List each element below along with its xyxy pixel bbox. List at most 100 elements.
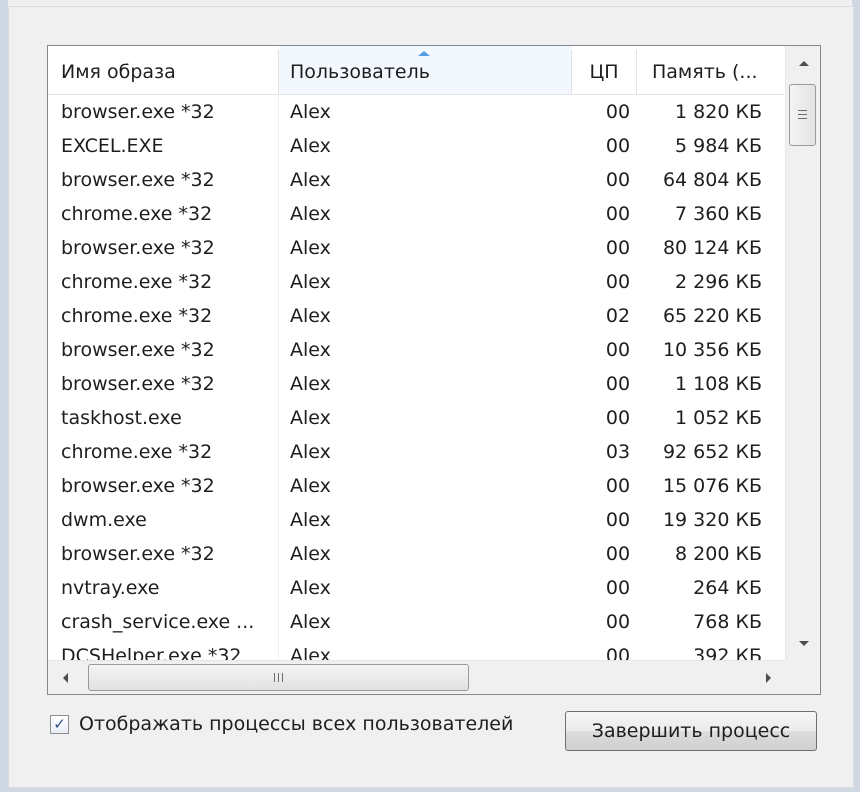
- process-name-cell: crash_service.exe ...: [61, 611, 255, 633]
- table-row[interactable]: browser.exe *32 Alex 00 64 804 КБ: [48, 162, 784, 196]
- show-all-users-option[interactable]: ✓ Отображать процессы всех пользователей: [50, 712, 513, 736]
- table-row[interactable]: chrome.exe *32 Alex 00 7 360 КБ: [48, 196, 784, 230]
- table-row[interactable]: browser.exe *32 Alex 00 8 200 КБ: [48, 536, 784, 570]
- memory-cell: 1 108 КБ: [675, 373, 762, 395]
- scroll-left-button[interactable]: [48, 661, 82, 694]
- window-frame-left: [0, 0, 8, 792]
- scroll-left-icon: [62, 673, 68, 683]
- memory-cell: 10 356 КБ: [662, 339, 762, 361]
- column-header-memory-label: Память (...: [652, 61, 758, 83]
- user-name-cell: Alex: [290, 475, 331, 497]
- grip-line: [282, 673, 283, 682]
- table-row[interactable]: nvtray.exe Alex 00 264 КБ: [48, 570, 784, 604]
- grip-line: [798, 114, 807, 115]
- memory-cell: 65 220 КБ: [662, 305, 762, 327]
- user-name-cell: Alex: [290, 339, 331, 361]
- table-row[interactable]: crash_service.exe ... Alex 00 768 КБ: [48, 604, 784, 638]
- scrollbar-corner: [785, 660, 820, 694]
- vertical-scrollbar[interactable]: [785, 46, 820, 660]
- user-name-cell: Alex: [290, 135, 331, 157]
- process-name-cell: taskhost.exe: [61, 407, 182, 429]
- memory-cell: 7 360 КБ: [675, 203, 762, 225]
- sort-ascending-icon: [418, 51, 430, 56]
- scroll-down-icon: [798, 640, 809, 646]
- scroll-down-button[interactable]: [786, 626, 820, 660]
- process-name-cell: EXCEL.EXE: [61, 135, 164, 157]
- user-name-cell: Alex: [290, 611, 331, 633]
- column-header-bar: Имя образа Пользователь ЦП Память (...: [48, 46, 784, 95]
- user-name-cell: Alex: [290, 407, 331, 429]
- table-row[interactable]: dwm.exe Alex 00 19 320 КБ: [48, 502, 784, 536]
- process-list[interactable]: Имя образа Пользователь ЦП Память (... b…: [47, 45, 821, 695]
- memory-cell: 92 652 КБ: [662, 441, 762, 463]
- column-header-user-label: Пользователь: [290, 61, 430, 83]
- column-header-name[interactable]: Имя образа: [48, 46, 278, 94]
- process-name-cell: browser.exe *32: [61, 543, 215, 565]
- process-name-cell: chrome.exe *32: [61, 441, 213, 463]
- user-name-cell: Alex: [290, 169, 331, 191]
- end-process-button[interactable]: Завершить процесс: [565, 711, 817, 751]
- process-name-cell: nvtray.exe: [61, 577, 160, 599]
- column-header-cpu-label: ЦП: [589, 61, 619, 83]
- table-row[interactable]: browser.exe *32 Alex 00 1 108 КБ: [48, 366, 784, 400]
- process-name-cell: DCSHelper.exe *32: [61, 645, 242, 660]
- user-name-cell: Alex: [290, 509, 331, 531]
- checkmark-icon: ✓: [53, 714, 66, 733]
- table-row[interactable]: chrome.exe *32 Alex 00 2 296 КБ: [48, 264, 784, 298]
- scroll-up-icon: [798, 60, 809, 66]
- process-name-cell: browser.exe *32: [61, 373, 215, 395]
- process-name-cell: browser.exe *32: [61, 101, 215, 123]
- user-name-cell: Alex: [290, 271, 331, 293]
- process-name-cell: browser.exe *32: [61, 339, 215, 361]
- table-row[interactable]: taskhost.exe Alex 00 1 052 КБ: [48, 400, 784, 434]
- process-name-cell: chrome.exe *32: [61, 203, 213, 225]
- user-name-cell: Alex: [290, 203, 331, 225]
- vertical-scroll-thumb[interactable]: [789, 84, 816, 146]
- user-name-cell: Alex: [290, 577, 331, 599]
- memory-cell: 264 КБ: [693, 577, 762, 599]
- show-all-users-checkbox[interactable]: ✓: [50, 714, 69, 734]
- memory-cell: 15 076 КБ: [662, 475, 762, 497]
- user-name-cell: Alex: [290, 237, 331, 259]
- table-row[interactable]: chrome.exe *32 Alex 02 65 220 КБ: [48, 298, 784, 332]
- user-name-cell: Alex: [290, 373, 331, 395]
- process-name-cell: browser.exe *32: [61, 237, 215, 259]
- process-name-cell: chrome.exe *32: [61, 305, 213, 327]
- grip-line: [798, 118, 807, 119]
- horizontal-scrollbar[interactable]: [48, 660, 785, 694]
- table-row[interactable]: chrome.exe *32 Alex 03 92 652 КБ: [48, 434, 784, 468]
- table-row[interactable]: browser.exe *32 Alex 00 15 076 КБ: [48, 468, 784, 502]
- table-row[interactable]: browser.exe *32 Alex 00 80 124 КБ: [48, 230, 784, 264]
- memory-cell: 19 320 КБ: [662, 509, 762, 531]
- process-name-cell: dwm.exe: [61, 509, 147, 531]
- memory-cell: 1 052 КБ: [675, 407, 762, 429]
- user-name-cell: Alex: [290, 645, 331, 660]
- table-row[interactable]: browser.exe *32 Alex 00 1 820 КБ: [48, 94, 784, 128]
- table-row[interactable]: EXCEL.EXE Alex 00 5 984 КБ: [48, 128, 784, 162]
- user-name-cell: Alex: [290, 441, 331, 463]
- process-name-cell: chrome.exe *32: [61, 271, 213, 293]
- horizontal-scroll-thumb[interactable]: [88, 664, 469, 691]
- memory-cell: 5 984 КБ: [675, 135, 762, 157]
- column-header-cpu[interactable]: ЦП: [572, 46, 636, 94]
- memory-cell: 392 КБ: [693, 645, 762, 660]
- user-name-cell: Alex: [290, 305, 331, 327]
- scroll-up-button[interactable]: [786, 46, 820, 80]
- memory-cell: 1 820 КБ: [675, 101, 762, 123]
- scroll-right-icon: [765, 673, 771, 683]
- table-row[interactable]: browser.exe *32 Alex 00 10 356 КБ: [48, 332, 784, 366]
- memory-cell: 2 296 КБ: [675, 271, 762, 293]
- user-name-cell: Alex: [290, 101, 331, 123]
- process-name-cell: browser.exe *32: [61, 169, 215, 191]
- memory-cell: 8 200 КБ: [675, 543, 762, 565]
- memory-cell: 80 124 КБ: [662, 237, 762, 259]
- process-rows: browser.exe *32 Alex 00 1 820 КБ EXCEL.EXE Al…: [48, 94, 784, 660]
- column-header-memory[interactable]: Память (...: [637, 46, 784, 94]
- scroll-right-button[interactable]: [751, 661, 785, 694]
- memory-cell: 64 804 КБ: [662, 169, 762, 191]
- show-all-users-label[interactable]: Отображать процессы всех пользователей: [79, 713, 513, 735]
- user-name-cell: Alex: [290, 543, 331, 565]
- table-row[interactable]: DCSHelper.exe *32 Alex 00 392 КБ: [48, 638, 784, 660]
- grip-line: [798, 110, 807, 111]
- memory-cell: 768 КБ: [693, 611, 762, 633]
